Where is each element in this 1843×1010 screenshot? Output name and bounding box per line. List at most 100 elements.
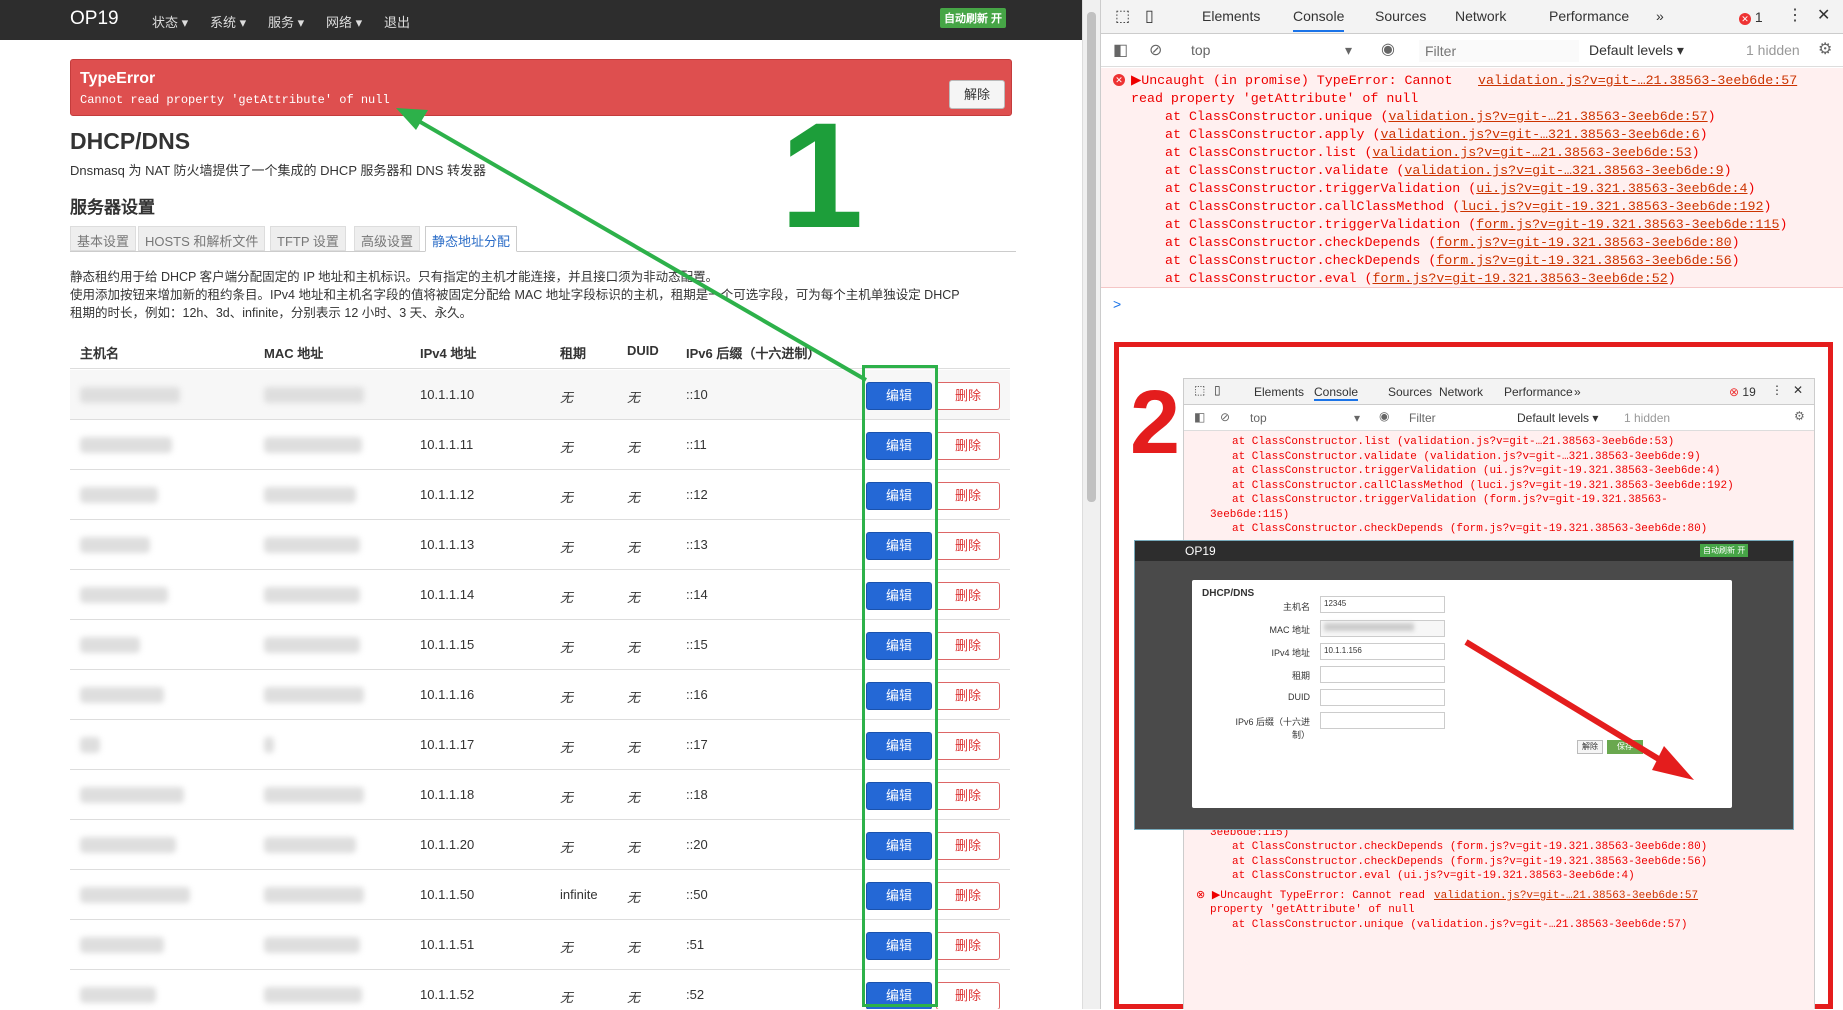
stack-frame-link[interactable]: validation.js?v=git-…21.38563-3eeb6de:57: [1388, 109, 1707, 124]
cell-duid: 无: [627, 640, 641, 655]
modal-lease-input[interactable]: [1320, 666, 1445, 683]
delete-button[interactable]: 删除: [936, 432, 1000, 460]
settings-gear-icon[interactable]: ⚙: [1818, 39, 1832, 59]
auto-refresh-badge[interactable]: 自动刷新 开: [940, 8, 1007, 28]
delete-button[interactable]: 删除: [936, 832, 1000, 860]
eye-icon[interactable]: ◉: [1381, 39, 1395, 59]
menu-system[interactable]: 系统 ▾: [210, 12, 246, 31]
nested-tab-sources: Sources: [1388, 385, 1433, 399]
modal-duid-input[interactable]: [1320, 689, 1445, 706]
devtools-tab-console[interactable]: Console: [1293, 8, 1345, 32]
tab-static-leases[interactable]: 静态地址分配: [425, 226, 518, 252]
nested-kebab-icon: ⋮: [1771, 383, 1783, 397]
modal-ipv4-label: IPv4 地址: [1271, 648, 1310, 658]
brand-logo[interactable]: OP19: [70, 8, 119, 30]
blurred-hostname: [80, 637, 140, 653]
cell-lease: 无: [560, 790, 574, 805]
modal-dismiss-button[interactable]: 解除: [1577, 740, 1603, 754]
error-message-line1: ▶Uncaught (in promise) TypeError: Cannot: [1131, 72, 1452, 90]
cell-ipv4: 10.1.1.13: [420, 537, 475, 552]
delete-button[interactable]: 删除: [936, 632, 1000, 660]
delete-button[interactable]: 删除: [936, 382, 1000, 410]
modal-mac-select[interactable]: [1320, 620, 1445, 637]
col-ipv4: IPv4 地址: [420, 346, 477, 361]
delete-button[interactable]: 删除: [936, 882, 1000, 910]
devtools-tab-network[interactable]: Network: [1455, 8, 1506, 24]
devtools-tab-sources[interactable]: Sources: [1375, 8, 1426, 24]
delete-button[interactable]: 删除: [936, 732, 1000, 760]
delete-button[interactable]: 删除: [936, 682, 1000, 710]
cell-ipv4: 10.1.1.50: [420, 887, 475, 902]
stack-frame: at ClassConstructor.unique (validation.j…: [1165, 109, 1716, 124]
tab-hosts[interactable]: HOSTS 和解析文件: [138, 226, 266, 251]
stack-frame-link[interactable]: ui.js?v=git-19.321.38563-3eeb6de:4: [1476, 181, 1747, 196]
tab-tftp[interactable]: TFTP 设置: [270, 226, 346, 251]
menu-logout[interactable]: 退出: [384, 12, 410, 31]
blurred-mac: [264, 387, 364, 403]
nested-modal-screenshot: OP19 自动刷新 开 DHCP/DNS 主机名 12345 MAC 地址 IP…: [1134, 540, 1794, 830]
nested-devtools-toolbar: ⬚ ▯ Elements Console Sources Network Per…: [1184, 379, 1814, 405]
cell-ipv4: 10.1.1.52: [420, 987, 475, 1002]
stack-frame-link[interactable]: validation.js?v=git-…21.38563-3eeb6de:53: [1372, 145, 1691, 160]
error-source-link[interactable]: validation.js?v=git-…21.38563-3eeb6de:57: [1478, 72, 1797, 90]
cell-lease: 无: [560, 390, 574, 405]
nested-close-icon: ✕: [1793, 383, 1804, 397]
stack-frame-link[interactable]: form.js?v=git-19.321.38563-3eeb6de:115: [1476, 217, 1779, 232]
more-tabs-icon[interactable]: »: [1656, 8, 1664, 24]
chevron-down-icon[interactable]: ▾: [1345, 42, 1352, 59]
delete-button[interactable]: 删除: [936, 482, 1000, 510]
console-prompt[interactable]: >: [1113, 296, 1121, 312]
modal-hostname-input[interactable]: 12345: [1320, 596, 1445, 613]
cell-ipv6: ::10: [686, 387, 708, 402]
tab-advanced[interactable]: 高级设置: [354, 226, 421, 251]
nested-navbar: OP19 自动刷新 开: [1135, 541, 1793, 561]
delete-button[interactable]: 删除: [936, 932, 1000, 960]
devtools-tab-elements[interactable]: Elements: [1202, 8, 1260, 24]
device-toggle-icon[interactable]: ▯: [1145, 6, 1154, 26]
error-count-badge[interactable]: ✕ 1: [1739, 9, 1763, 25]
nested-stack-frame: at ClassConstructor.callClassMethod (luc…: [1232, 479, 1734, 492]
stack-frame-link[interactable]: form.js?v=git-19.321.38563-3eeb6de:56: [1436, 253, 1731, 268]
kebab-menu-icon[interactable]: ⋮: [1787, 5, 1803, 25]
delete-button[interactable]: 删除: [936, 582, 1000, 610]
stack-frame-link[interactable]: validation.js?v=git-…321.38563-3eeb6de:9: [1404, 163, 1723, 178]
modal-save-button[interactable]: 保存: [1607, 740, 1643, 754]
stack-frame-fn: at ClassConstructor.eval: [1165, 271, 1357, 286]
tab-basic[interactable]: 基本设置: [70, 226, 137, 251]
cell-ipv4: 10.1.1.20: [420, 837, 475, 852]
nested-stack-frame: at ClassConstructor.validate (validation…: [1232, 450, 1701, 463]
menu-services[interactable]: 服务 ▾: [268, 12, 304, 31]
stack-frame-link[interactable]: form.js?v=git-19.321.38563-3eeb6de:80: [1436, 235, 1731, 250]
col-lease: 租期: [560, 346, 587, 361]
stack-frame-link[interactable]: form.js?v=git-19.321.38563-3eeb6de:52: [1372, 271, 1667, 286]
scrollbar-thumb[interactable]: [1087, 12, 1096, 502]
cell-ipv6: ::16: [686, 687, 708, 702]
stack-frame-fn: at ClassConstructor.triggerValidation: [1165, 181, 1461, 196]
stack-frame-link[interactable]: luci.js?v=git-19.321.38563-3eeb6de:192: [1460, 199, 1763, 214]
page-scrollbar[interactable]: [1082, 0, 1100, 1009]
log-levels-select[interactable]: Default levels ▾: [1589, 42, 1684, 59]
devtools-tab-performance[interactable]: Performance: [1549, 8, 1629, 24]
clear-console-icon[interactable]: ⊘: [1149, 40, 1162, 60]
modal-ipv4-select[interactable]: 10.1.1.156: [1320, 643, 1445, 660]
context-select[interactable]: top: [1191, 42, 1210, 58]
console-filter-input[interactable]: [1419, 40, 1579, 62]
delete-button[interactable]: 删除: [936, 532, 1000, 560]
menu-status[interactable]: 状态 ▾: [152, 12, 188, 31]
nested-hidden: 1 hidden: [1624, 411, 1671, 425]
close-icon[interactable]: ✕: [1817, 5, 1830, 25]
nested-error-2-line2: property 'getAttribute' of null: [1210, 904, 1415, 916]
modal-ipv6-input[interactable]: [1320, 712, 1445, 729]
sidebar-toggle-icon[interactable]: ◧: [1113, 40, 1128, 60]
alert-dismiss-button[interactable]: 解除: [949, 80, 1005, 109]
nested-stack-frame: at ClassConstructor.checkDepends (form.j…: [1232, 855, 1708, 868]
delete-button[interactable]: 删除: [936, 782, 1000, 810]
inspect-icon[interactable]: ⬚: [1115, 6, 1130, 26]
menu-network[interactable]: 网络 ▾: [326, 12, 362, 31]
stack-frame-link[interactable]: validation.js?v=git-…321.38563-3eeb6de:6: [1380, 127, 1699, 142]
stack-frame-fn: at ClassConstructor.callClassMethod: [1165, 199, 1445, 214]
blurred-hostname: [80, 987, 156, 1003]
error-count: 1: [1754, 9, 1763, 25]
cell-lease: 无: [560, 490, 574, 505]
delete-button[interactable]: 删除: [936, 982, 1000, 1009]
